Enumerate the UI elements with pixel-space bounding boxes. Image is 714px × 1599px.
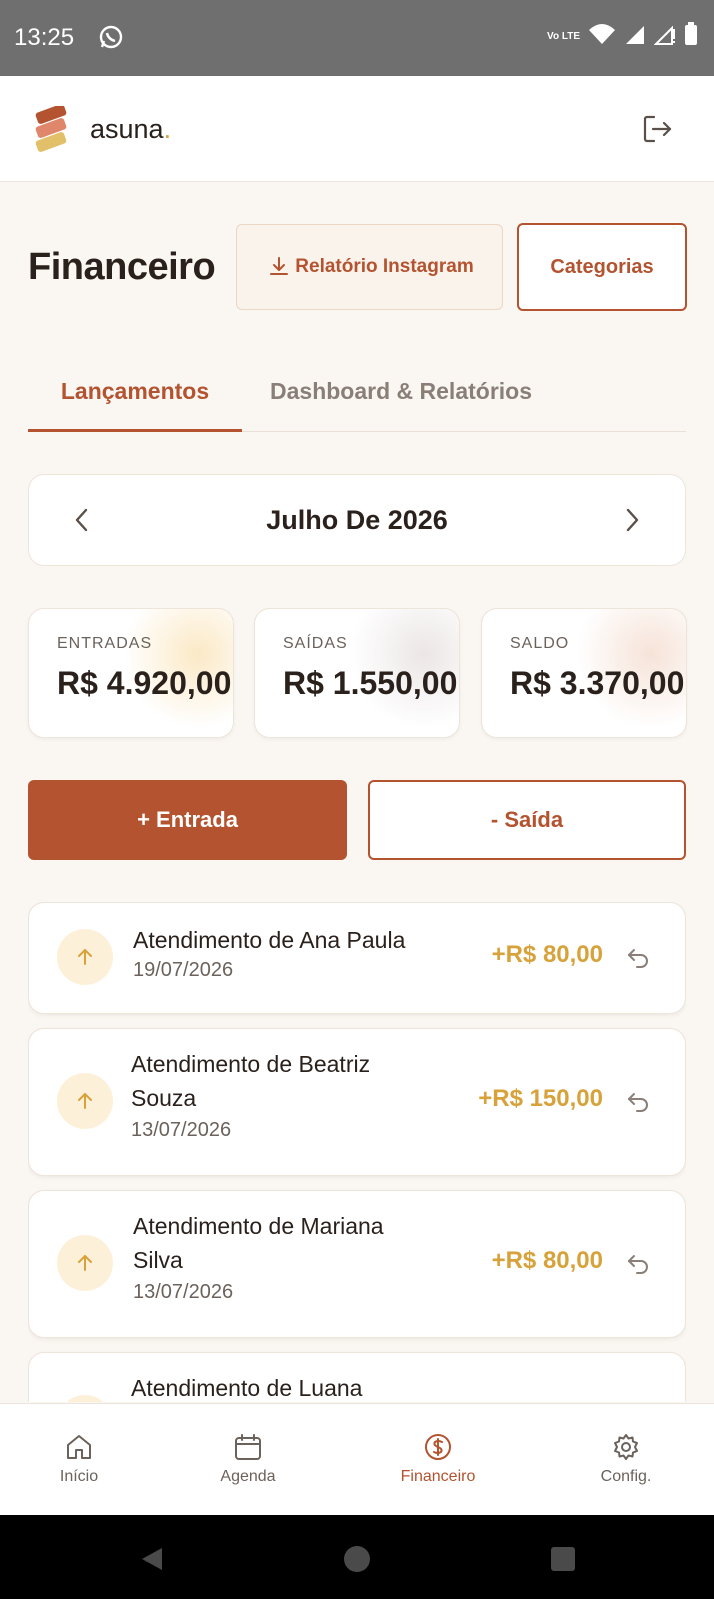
nav-agenda[interactable]: Agenda: [188, 1432, 308, 1486]
tab-lancamentos[interactable]: Lançamentos: [28, 378, 242, 432]
nav-config[interactable]: Config.: [566, 1432, 686, 1486]
tab-bar: Lançamentos Dashboard & Relatórios: [28, 360, 686, 432]
expense-summary-value: R$ 1.550,00: [283, 665, 458, 701]
transaction-item[interactable]: Atendimento de Beatriz Souza 13/07/2026 …: [28, 1028, 686, 1176]
transaction-list: Atendimento de Ana Paula 19/07/2026 +R$ …: [28, 902, 686, 1402]
brand-text: asuna: [90, 114, 164, 144]
month-selector: Julho De 2026: [28, 474, 686, 566]
undo-icon[interactable]: [625, 1089, 651, 1115]
transaction-title: Atendimento de Luana: [131, 1375, 363, 1401]
income-summary-label: ENTRADAS: [57, 635, 153, 652]
status-time: 13:25: [14, 24, 75, 51]
nav-inicio-label: Início: [59, 1468, 99, 1485]
status-bar: 13:25 Vo LTE: [0, 0, 714, 76]
nav-financeiro-label: Financeiro: [400, 1468, 476, 1485]
tab-dashboard-relatorios[interactable]: Dashboard & Relatórios: [270, 378, 532, 405]
nav-agenda-label: Agenda: [220, 1468, 276, 1485]
nav-financeiro[interactable]: Financeiro: [378, 1432, 498, 1486]
brand-dot: .: [163, 114, 172, 144]
gear-icon: [566, 1432, 686, 1462]
app-header: asuna.: [0, 76, 714, 182]
transaction-item[interactable]: Atendimento de Ana Paula 19/07/2026 +R$ …: [28, 902, 686, 1014]
transaction-date: 13/07/2026: [133, 1281, 234, 1303]
arrow-up-icon: [57, 929, 113, 985]
wifi-icon: [588, 22, 616, 51]
transaction-title: Atendimento de Mariana Silva: [133, 1213, 384, 1273]
network-label: Vo LTE: [547, 30, 580, 42]
income-summary-value: R$ 4.920,00: [57, 665, 232, 701]
logout-icon[interactable]: [640, 112, 674, 146]
transaction-item[interactable]: Atendimento de Luana: [28, 1352, 686, 1402]
nav-config-label: Config.: [600, 1468, 652, 1485]
transaction-title: Atendimento de Beatriz Souza: [131, 1051, 371, 1111]
instagram-report-button[interactable]: Relatório Instagram: [236, 224, 503, 310]
home-icon: [19, 1432, 139, 1462]
signal-icon: [624, 23, 646, 50]
nav-inicio[interactable]: Início: [19, 1432, 139, 1486]
battery-icon: [684, 22, 698, 51]
expense-summary-label: SAÍDAS: [283, 635, 348, 652]
transaction-item[interactable]: Atendimento de Mariana Silva 13/07/2026 …: [28, 1190, 686, 1338]
status-icons: Vo LTE: [547, 22, 698, 51]
download-icon: [267, 255, 291, 279]
categories-button[interactable]: Categorias: [517, 223, 687, 311]
chevron-right-icon[interactable]: [617, 505, 647, 535]
transaction-date: 19/07/2026: [133, 959, 234, 981]
signal-alert-icon: [653, 23, 676, 50]
brand-logo-icon: [32, 104, 72, 154]
bottom-navigation: Início Agenda Financeiro Config.: [0, 1403, 714, 1515]
transaction-amount: +R$ 150,00: [478, 1085, 603, 1112]
income-summary-card: ENTRADAS R$ 4.920,00: [28, 608, 234, 738]
transaction-amount: +R$ 80,00: [491, 941, 603, 968]
arrow-up-icon: [57, 1235, 113, 1291]
arrow-up-icon: [57, 1073, 113, 1129]
arrow-up-icon: [57, 1395, 113, 1402]
home-circle-icon[interactable]: [343, 1545, 371, 1578]
add-income-button[interactable]: + Entrada: [28, 780, 347, 860]
recents-icon[interactable]: [549, 1545, 577, 1578]
transaction-amount: +R$ 80,00: [491, 1247, 603, 1274]
whatsapp-icon: [98, 24, 124, 55]
brand-name: asuna.: [90, 114, 171, 145]
transaction-date: 13/07/2026: [131, 1119, 232, 1141]
instagram-report-label: Relatório Instagram: [295, 256, 474, 277]
undo-icon[interactable]: [625, 945, 651, 971]
back-icon[interactable]: [138, 1545, 166, 1578]
balance-summary-label: SALDO: [510, 635, 570, 652]
transaction-title: Atendimento de Ana Paula: [133, 927, 406, 953]
balance-summary-value: R$ 3.370,00: [510, 665, 685, 701]
expense-summary-card: SAÍDAS R$ 1.550,00: [254, 608, 460, 738]
balance-summary-card: SALDO R$ 3.370,00: [481, 608, 687, 738]
page-title: Financeiro: [28, 246, 216, 288]
undo-icon[interactable]: [625, 1251, 651, 1277]
add-expense-button[interactable]: - Saída: [368, 780, 686, 860]
calendar-icon: [188, 1432, 308, 1462]
month-label: Julho De 2026: [266, 505, 448, 535]
system-navigation-bar: [0, 1515, 714, 1599]
dollar-icon: [378, 1432, 498, 1462]
